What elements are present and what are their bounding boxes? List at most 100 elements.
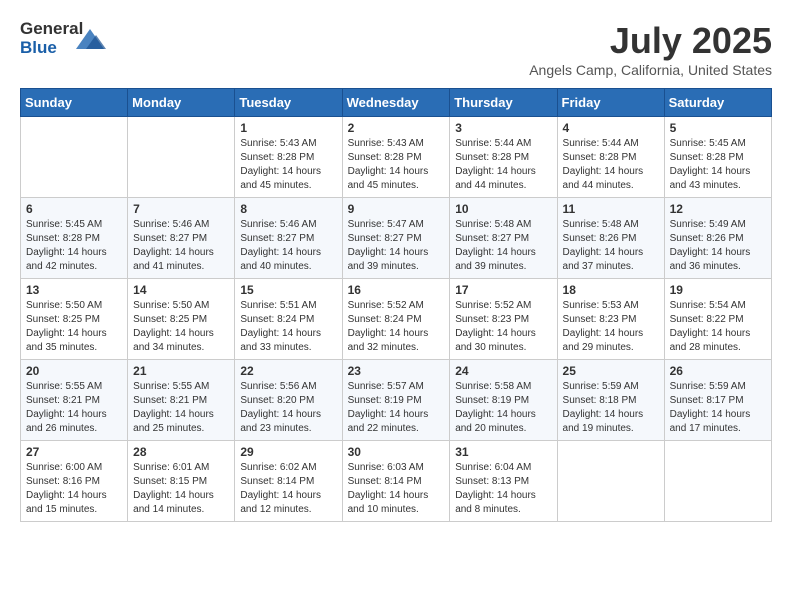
- day-info: Sunrise: 5:51 AM Sunset: 8:24 PM Dayligh…: [240, 299, 336, 355]
- logo-blue: Blue: [20, 39, 70, 58]
- day-number: 5: [670, 121, 766, 135]
- table-row: [21, 117, 128, 198]
- page-title: July 2025: [529, 20, 772, 62]
- day-number: 28: [133, 445, 229, 459]
- table-row: 28Sunrise: 6:01 AM Sunset: 8:15 PM Dayli…: [128, 441, 235, 522]
- page-header: General Blue July 2025 Angels Camp, Cali…: [20, 20, 772, 78]
- table-row: [128, 117, 235, 198]
- day-number: 14: [133, 283, 229, 297]
- day-number: 22: [240, 364, 336, 378]
- day-number: 10: [455, 202, 551, 216]
- day-info: Sunrise: 5:43 AM Sunset: 8:28 PM Dayligh…: [240, 137, 336, 193]
- day-number: 26: [670, 364, 766, 378]
- day-number: 11: [563, 202, 659, 216]
- table-row: 16Sunrise: 5:52 AM Sunset: 8:24 PM Dayli…: [342, 279, 450, 360]
- day-number: 29: [240, 445, 336, 459]
- table-row: 10 Sunrise: 5:48 AM Sunset: 8:27 PM Dayli…: [450, 198, 557, 279]
- location-subtitle: Angels Camp, California, United States: [529, 62, 772, 78]
- col-sunday: Sunday: [21, 89, 128, 117]
- day-number: 18: [563, 283, 659, 297]
- table-row: 7 Sunrise: 5:46 AM Sunset: 8:27 PM Daylig…: [128, 198, 235, 279]
- day-number: 31: [455, 445, 551, 459]
- day-number: 27: [26, 445, 122, 459]
- table-row: 21Sunrise: 5:55 AM Sunset: 8:21 PM Dayli…: [128, 360, 235, 441]
- day-info: Sunrise: 5:46 AM Sunset: 8:27 PM Dayligh…: [240, 218, 336, 274]
- day-number: 4: [563, 121, 659, 135]
- day-number: 25: [563, 364, 659, 378]
- day-number: 13: [26, 283, 122, 297]
- table-row: 24 Sunrise: 5:58 AM Sunset: 8:19 PM Dayli…: [450, 360, 557, 441]
- day-info: Sunrise: 6:00 AM Sunset: 8:16 PM Dayligh…: [26, 461, 122, 517]
- day-info: Sunrise: 5:46 AM Sunset: 8:27 PM Dayligh…: [133, 218, 229, 274]
- day-info: Sunrise: 6:04 AM Sunset: 8:13 PM Dayligh…: [455, 461, 551, 517]
- table-row: 13 Sunrise: 5:50 AM Sunset: 8:25 PM Dayli…: [21, 279, 128, 360]
- day-number: 30: [348, 445, 445, 459]
- table-row: 15 Sunrise: 5:51 AM Sunset: 8:24 PM Dayli…: [235, 279, 342, 360]
- table-row: [557, 441, 664, 522]
- day-number: 6: [26, 202, 122, 216]
- day-info: Sunrise: 5:48 AM Sunset: 8:27 PM Dayligh…: [455, 218, 551, 274]
- table-row: 8 Sunrise: 5:46 AM Sunset: 8:27 PM Daylig…: [235, 198, 342, 279]
- table-row: 9Sunrise: 5:47 AM Sunset: 8:27 PM Daylig…: [342, 198, 450, 279]
- day-number: 7: [133, 202, 229, 216]
- table-row: 17Sunrise: 5:52 AM Sunset: 8:23 PM Dayli…: [450, 279, 557, 360]
- calendar-week-row: 27 Sunrise: 6:00 AM Sunset: 8:16 PM Dayli…: [21, 441, 772, 522]
- table-row: 23Sunrise: 5:57 AM Sunset: 8:19 PM Dayli…: [342, 360, 450, 441]
- day-number: 9: [348, 202, 445, 216]
- logo-general: General: [20, 20, 70, 39]
- col-monday: Monday: [128, 89, 235, 117]
- day-info: Sunrise: 5:52 AM Sunset: 8:24 PM Dayligh…: [348, 299, 445, 355]
- calendar-table: Sunday Monday Tuesday Wednesday Thursday…: [20, 88, 772, 522]
- day-number: 8: [240, 202, 336, 216]
- table-row: 18Sunrise: 5:53 AM Sunset: 8:23 PM Dayli…: [557, 279, 664, 360]
- logo: General Blue: [20, 20, 106, 60]
- table-row: 4 Sunrise: 5:44 AM Sunset: 8:28 PM Daylig…: [557, 117, 664, 198]
- day-info: Sunrise: 5:57 AM Sunset: 8:19 PM Dayligh…: [348, 380, 445, 436]
- table-row: 3 Sunrise: 5:44 AM Sunset: 8:28 PM Daylig…: [450, 117, 557, 198]
- table-row: 19 Sunrise: 5:54 AM Sunset: 8:22 PM Dayli…: [664, 279, 771, 360]
- day-number: 19: [670, 283, 766, 297]
- day-info: Sunrise: 5:43 AM Sunset: 8:28 PM Dayligh…: [348, 137, 445, 193]
- day-number: 3: [455, 121, 551, 135]
- col-thursday: Thursday: [450, 89, 557, 117]
- calendar-header-row: Sunday Monday Tuesday Wednesday Thursday…: [21, 89, 772, 117]
- day-number: 24: [455, 364, 551, 378]
- table-row: 2 Sunrise: 5:43 AM Sunset: 8:28 PM Daylig…: [342, 117, 450, 198]
- day-number: 17: [455, 283, 551, 297]
- day-info: Sunrise: 5:50 AM Sunset: 8:25 PM Dayligh…: [26, 299, 122, 355]
- day-info: Sunrise: 5:44 AM Sunset: 8:28 PM Dayligh…: [563, 137, 659, 193]
- table-row: 20 Sunrise: 5:55 AM Sunset: 8:21 PM Dayli…: [21, 360, 128, 441]
- table-row: 14 Sunrise: 5:50 AM Sunset: 8:25 PM Dayli…: [128, 279, 235, 360]
- calendar-week-row: 20 Sunrise: 5:55 AM Sunset: 8:21 PM Dayli…: [21, 360, 772, 441]
- calendar-week-row: 6 Sunrise: 5:45 AM Sunset: 8:28 PM Daylig…: [21, 198, 772, 279]
- day-number: 2: [348, 121, 445, 135]
- table-row: 1 Sunrise: 5:43 AM Sunset: 8:28 PM Daylig…: [235, 117, 342, 198]
- col-tuesday: Tuesday: [235, 89, 342, 117]
- day-info: Sunrise: 5:44 AM Sunset: 8:28 PM Dayligh…: [455, 137, 551, 193]
- table-row: 31 Sunrise: 6:04 AM Sunset: 8:13 PM Dayli…: [450, 441, 557, 522]
- day-number: 1: [240, 121, 336, 135]
- day-info: Sunrise: 6:02 AM Sunset: 8:14 PM Dayligh…: [240, 461, 336, 517]
- day-info: Sunrise: 5:55 AM Sunset: 8:21 PM Dayligh…: [133, 380, 229, 436]
- day-info: Sunrise: 5:54 AM Sunset: 8:22 PM Dayligh…: [670, 299, 766, 355]
- day-info: Sunrise: 6:03 AM Sunset: 8:14 PM Dayligh…: [348, 461, 445, 517]
- day-info: Sunrise: 5:45 AM Sunset: 8:28 PM Dayligh…: [26, 218, 122, 274]
- day-number: 12: [670, 202, 766, 216]
- day-info: Sunrise: 5:50 AM Sunset: 8:25 PM Dayligh…: [133, 299, 229, 355]
- table-row: 5 Sunrise: 5:45 AM Sunset: 8:28 PM Daylig…: [664, 117, 771, 198]
- day-info: Sunrise: 5:48 AM Sunset: 8:26 PM Dayligh…: [563, 218, 659, 274]
- col-wednesday: Wednesday: [342, 89, 450, 117]
- calendar-week-row: 13 Sunrise: 5:50 AM Sunset: 8:25 PM Dayli…: [21, 279, 772, 360]
- table-row: 11 Sunrise: 5:48 AM Sunset: 8:26 PM Dayli…: [557, 198, 664, 279]
- col-saturday: Saturday: [664, 89, 771, 117]
- day-info: Sunrise: 5:55 AM Sunset: 8:21 PM Dayligh…: [26, 380, 122, 436]
- table-row: 27 Sunrise: 6:00 AM Sunset: 8:16 PM Dayli…: [21, 441, 128, 522]
- day-info: Sunrise: 5:58 AM Sunset: 8:19 PM Dayligh…: [455, 380, 551, 436]
- day-info: Sunrise: 5:59 AM Sunset: 8:18 PM Dayligh…: [563, 380, 659, 436]
- table-row: 12Sunrise: 5:49 AM Sunset: 8:26 PM Dayli…: [664, 198, 771, 279]
- table-row: 26Sunrise: 5:59 AM Sunset: 8:17 PM Dayli…: [664, 360, 771, 441]
- day-number: 15: [240, 283, 336, 297]
- day-info: Sunrise: 5:45 AM Sunset: 8:28 PM Dayligh…: [670, 137, 766, 193]
- day-number: 20: [26, 364, 122, 378]
- table-row: 25 Sunrise: 5:59 AM Sunset: 8:18 PM Dayli…: [557, 360, 664, 441]
